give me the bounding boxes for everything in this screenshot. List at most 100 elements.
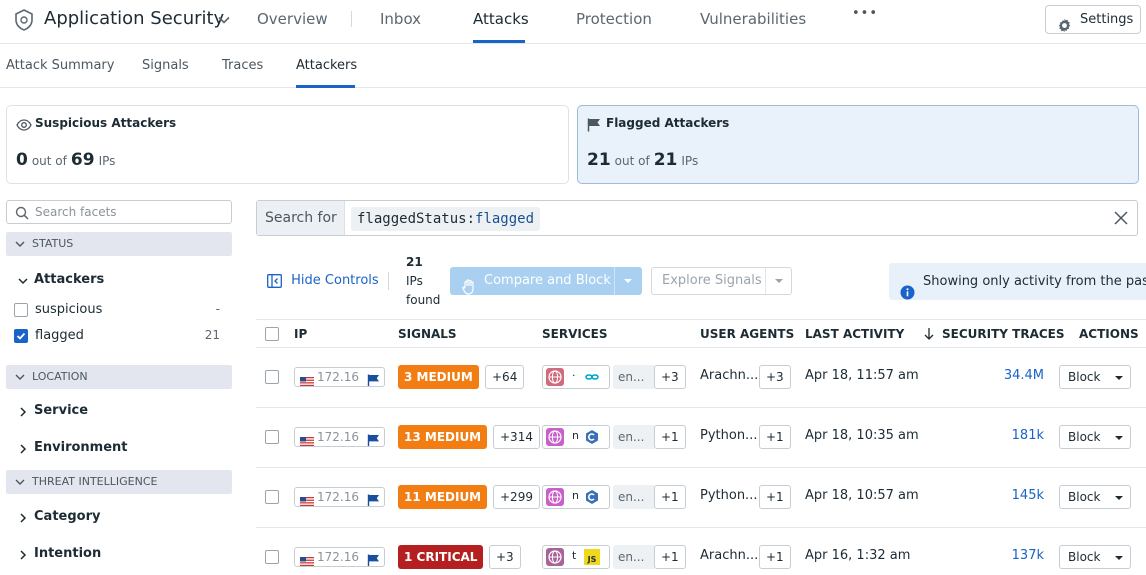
table-row[interactable]: 172.16 13 MEDIUM +314 n en... +1 Python.…	[256, 408, 1146, 468]
more-signals-button[interactable]: +314	[493, 425, 540, 449]
row-checkbox[interactable]	[265, 490, 279, 504]
caret-down-icon[interactable]	[773, 268, 785, 294]
row-checkbox[interactable]	[265, 430, 279, 444]
checkbox[interactable]	[14, 303, 28, 317]
column-header-security-traces[interactable]: SECURITY TRACES	[942, 327, 1065, 341]
env-chip[interactable]: en...	[613, 425, 656, 449]
sort-arrow-down-icon[interactable]	[923, 326, 935, 341]
action-select[interactable]: Block	[1059, 365, 1131, 389]
info-banner: Showing only activity from the past 3	[889, 263, 1146, 300]
explore-signals-button[interactable]: Explore Signals	[651, 267, 792, 295]
more-services-button[interactable]: +3	[654, 365, 686, 389]
facet-group-label: Service	[34, 403, 89, 418]
security-traces-link[interactable]: 34.4M	[1004, 368, 1044, 383]
more-signals-button[interactable]: +299	[493, 485, 540, 509]
facet-search-input[interactable]	[35, 204, 225, 220]
more-user-agents-button[interactable]: +1	[759, 485, 791, 509]
compare-and-block-button[interactable]: Compare and Block	[450, 267, 642, 295]
section-threat-intelligence[interactable]: THREAT INTELLIGENCE	[6, 470, 232, 494]
more-user-agents-button[interactable]: +1	[759, 425, 791, 449]
facet-group-service[interactable]: Service	[18, 403, 88, 418]
tab-overview[interactable]: Overview	[257, 10, 328, 28]
tab-vulnerabilities[interactable]: Vulnerabilities	[700, 10, 806, 28]
severity-badge[interactable]: 13 MEDIUM	[398, 425, 488, 449]
service-chip[interactable]: t JS	[542, 545, 610, 569]
caret-down-icon[interactable]	[622, 267, 634, 295]
unit-label: IPs	[681, 154, 699, 168]
row-checkbox[interactable]	[265, 370, 279, 384]
subtab-attackers[interactable]: Attackers	[296, 58, 357, 73]
column-header-signals[interactable]: SIGNALS	[398, 327, 457, 341]
facet-group-intention[interactable]: Intention	[18, 546, 101, 561]
query-token[interactable]: flaggedStatus:flagged	[351, 207, 541, 231]
action-label: Block	[1068, 430, 1101, 444]
total-value: 21	[653, 150, 678, 170]
action-select[interactable]: Block	[1059, 425, 1131, 449]
facet-option-suspicious[interactable]: suspicious -	[14, 301, 220, 321]
security-traces-link[interactable]: 181k	[1012, 428, 1044, 443]
action-select[interactable]: Block	[1059, 545, 1131, 569]
more-menu-button[interactable]: •••	[852, 6, 878, 21]
service-chip[interactable]: n	[542, 485, 610, 509]
facet-group-category[interactable]: Category	[18, 509, 100, 524]
service-chip[interactable]: ·	[542, 365, 610, 389]
ip-chip[interactable]: 172.16	[294, 547, 385, 567]
severity-badge[interactable]: 3 MEDIUM	[398, 365, 479, 389]
security-traces-link[interactable]: 137k	[1012, 548, 1044, 563]
subtab-signals[interactable]: Signals	[142, 58, 189, 73]
ip-chip[interactable]: 172.16	[294, 427, 385, 447]
more-services-button[interactable]: +1	[654, 545, 686, 569]
checkbox-checked[interactable]	[14, 329, 28, 343]
settings-button[interactable]: Settings	[1045, 5, 1141, 34]
service-chip[interactable]: n	[542, 425, 610, 449]
env-chip[interactable]: en...	[613, 545, 656, 569]
more-signals-button[interactable]: +64	[485, 365, 525, 389]
table-row[interactable]: 172.16 11 MEDIUM +299 n en... +1 Python.…	[256, 468, 1146, 528]
select-all-checkbox[interactable]	[265, 327, 279, 341]
tab-attacks[interactable]: Attacks	[473, 10, 529, 28]
more-signals-button[interactable]: +3	[489, 545, 521, 569]
section-location[interactable]: LOCATION	[6, 365, 232, 389]
top-nav: Application Security Overview Inbox Atta…	[0, 0, 1146, 44]
tab-inbox[interactable]: Inbox	[380, 10, 421, 28]
close-icon[interactable]	[1113, 210, 1129, 226]
facet-group-environment[interactable]: Environment	[18, 440, 128, 455]
more-services-button[interactable]: +1	[654, 485, 686, 509]
subtab-attack-summary[interactable]: Attack Summary	[6, 58, 114, 73]
column-header-services[interactable]: SERVICES	[542, 327, 607, 341]
env-chip[interactable]: en...	[613, 485, 656, 509]
total-value: 69	[70, 150, 95, 170]
facet-option-flagged[interactable]: flagged 21	[14, 327, 220, 347]
found-label: found	[406, 293, 441, 307]
facet-group-attackers[interactable]: Attackers	[18, 272, 104, 287]
more-services-button[interactable]: +1	[654, 425, 686, 449]
last-activity: Apr 18, 10:35 am	[805, 428, 919, 443]
section-status[interactable]: STATUS	[6, 232, 232, 256]
hide-controls-button[interactable]: Hide Controls	[267, 273, 379, 288]
chevron-right-icon	[18, 404, 28, 419]
ip-chip[interactable]: 172.16	[294, 367, 385, 387]
tab-protection[interactable]: Protection	[576, 10, 652, 28]
flagged-attackers-card[interactable]: Flagged Attackers 21 out of 21 IPs	[577, 105, 1139, 184]
column-header-user-agents[interactable]: USER AGENTS	[700, 327, 794, 341]
app-title[interactable]: Application Security	[44, 8, 224, 29]
column-header-last-activity[interactable]: LAST ACTIVITY	[805, 327, 904, 341]
table-row[interactable]: 172.16 3 MEDIUM +64 · en... +3 Arachn...…	[256, 348, 1146, 408]
action-select[interactable]: Block	[1059, 485, 1131, 509]
subtab-traces[interactable]: Traces	[222, 58, 263, 73]
search-query-bar[interactable]: Search for flaggedStatus:flagged	[256, 200, 1138, 236]
table-row[interactable]: 172.16 1 CRITICAL +3 t JS en... +1 Arach…	[256, 528, 1146, 575]
severity-badge[interactable]: 1 CRITICAL	[398, 545, 484, 569]
env-chip[interactable]: en...	[613, 365, 656, 389]
more-user-agents-button[interactable]: +3	[759, 365, 791, 389]
severity-badge[interactable]: 11 MEDIUM	[398, 485, 488, 509]
more-user-agents-button[interactable]: +1	[759, 545, 791, 569]
suspicious-attackers-card[interactable]: Suspicious Attackers 0 out of 69 IPs	[6, 105, 569, 184]
chevron-down-icon[interactable]	[217, 12, 231, 27]
card-title: Flagged Attackers	[606, 116, 730, 130]
facet-group-label: Attackers	[34, 272, 105, 287]
column-header-ip[interactable]: IP	[294, 327, 307, 341]
ip-chip[interactable]: 172.16	[294, 487, 385, 507]
security-traces-link[interactable]: 145k	[1012, 488, 1044, 503]
row-checkbox[interactable]	[265, 550, 279, 564]
